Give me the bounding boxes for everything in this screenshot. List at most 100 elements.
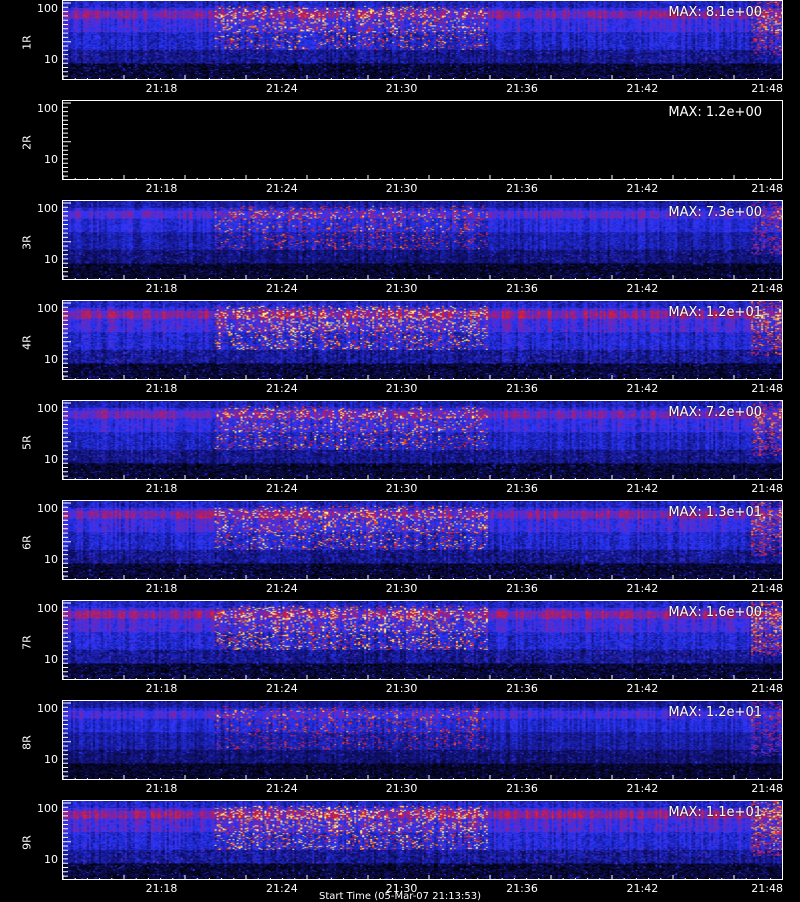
spectrogram-plot: MAX: 7.2e+00 xyxy=(62,400,783,480)
spectrogram-panel-1r: 1R 100 10 MAX: 8.1e+00 21:18 21:24 21:30 21:36 2… xyxy=(0,0,800,100)
max-value-label: MAX: 1.3e+01 xyxy=(668,505,762,520)
x-tick-label: 21:36 xyxy=(506,482,538,495)
y-tick-label: 10 xyxy=(44,453,58,466)
y-tick-label: 10 xyxy=(44,853,58,866)
x-tick-label: 21:18 xyxy=(145,682,178,695)
spectrogram-panel-3r: 3R 100 10 MAX: 7.3e+00 21:18 21:24 21:30 21:36 2… xyxy=(0,200,800,300)
y-tick-label: 100 xyxy=(37,402,58,415)
x-tick-label: 21:24 xyxy=(266,782,298,795)
y-tick-label: 100 xyxy=(37,202,58,215)
x-tick-label: 21:42 xyxy=(626,182,659,195)
x-tick-label: 21:30 xyxy=(385,582,418,595)
spectrogram-panel-2r: 2R 100 10 MAX: 1.2e+00 21:18 21:24 21:30 21:36 2… xyxy=(0,100,800,200)
x-tick-label: 21:36 xyxy=(506,782,538,795)
spectrogram-plot: MAX: 8.1e+00 xyxy=(62,0,783,80)
max-value-label: MAX: 8.1e+00 xyxy=(668,5,762,20)
x-axis-tick-labels: 21:18 21:24 21:30 21:36 21:42 21:48 xyxy=(62,382,783,398)
max-value-label: MAX: 7.2e+00 xyxy=(668,405,762,420)
y-tick-label: 100 xyxy=(37,702,58,715)
x-tick-label: 21:48 xyxy=(751,282,783,295)
x-tick-label: 21:24 xyxy=(266,482,298,495)
y-tick-label: 100 xyxy=(37,302,58,315)
x-tick-label: 21:18 xyxy=(145,582,178,595)
x-tick-label: 21:30 xyxy=(385,682,418,695)
x-tick-label: 21:42 xyxy=(626,382,659,395)
x-tick-label: 21:18 xyxy=(145,782,178,795)
x-tick-label: 21:24 xyxy=(266,182,298,195)
x-tick-label: 21:30 xyxy=(385,82,418,95)
x-tick-label: 21:48 xyxy=(751,482,783,495)
x-tick-label: 21:24 xyxy=(266,382,298,395)
x-axis-tick-labels: 21:18 21:24 21:30 21:36 21:42 21:48 xyxy=(62,782,783,798)
x-axis-tick-labels: 21:18 21:24 21:30 21:36 21:42 21:48 xyxy=(62,182,783,198)
x-tick-label: 21:30 xyxy=(385,382,418,395)
max-value-label: MAX: 1.2e+00 xyxy=(668,105,762,120)
spectrogram-plot: MAX: 1.2e+00 xyxy=(62,100,783,180)
spectrogram-panel-7r: 7R 100 10 MAX: 1.6e+00 21:18 21:24 21:30 21:36 2… xyxy=(0,600,800,700)
spectrogram-stack: 1R 100 10 MAX: 8.1e+00 21:18 21:24 21:30 21:36 2… xyxy=(0,0,800,900)
x-tick-label: 21:48 xyxy=(751,182,783,195)
x-axis-footer-label: Start Time (05-Mar-07 21:13:53) xyxy=(318,891,482,902)
y-tick-label: 100 xyxy=(37,502,58,515)
spectrogram-plot: MAX: 1.2e+01 xyxy=(62,700,783,780)
spectrogram-plot: MAX: 1.3e+01 xyxy=(62,500,783,580)
x-tick-label: 21:18 xyxy=(145,82,178,95)
max-value-label: MAX: 1.1e+01 xyxy=(668,805,762,820)
x-axis-tick-labels: 21:18 21:24 21:30 21:36 21:42 21:48 xyxy=(62,582,783,598)
x-tick-label: 21:48 xyxy=(751,682,783,695)
spectrogram-panel-5r: 5R 100 10 MAX: 7.2e+00 21:18 21:24 21:30 21:36 2… xyxy=(0,400,800,500)
y-tick-label: 100 xyxy=(37,602,58,615)
x-tick-label: 21:18 xyxy=(145,282,178,295)
panel-label: 4R xyxy=(20,335,34,350)
spectrogram-panel-6r: 6R 100 10 MAX: 1.3e+01 21:18 21:24 21:30 21:36 2… xyxy=(0,500,800,600)
panel-label: 2R xyxy=(20,135,34,150)
y-tick-label: 10 xyxy=(44,353,58,366)
spectrogram-panel-4r: 4R 100 10 MAX: 1.2e+01 21:18 21:24 21:30 21:36 2… xyxy=(0,300,800,400)
x-tick-label: 21:36 xyxy=(506,182,538,195)
x-tick-label: 21:42 xyxy=(626,582,659,595)
max-value-label: MAX: 1.6e+00 xyxy=(668,605,762,620)
max-value-label: MAX: 1.2e+01 xyxy=(668,705,762,720)
y-tick-label: 10 xyxy=(44,753,58,766)
x-tick-label: 21:48 xyxy=(751,382,783,395)
y-tick-label: 100 xyxy=(37,102,58,115)
x-tick-label: 21:30 xyxy=(385,282,418,295)
spectrogram-panel-8r: 8R 100 10 MAX: 1.2e+01 21:18 21:24 21:30 21:36 2… xyxy=(0,700,800,800)
panel-label: 1R xyxy=(20,35,34,50)
spectrogram-plot: MAX: 1.6e+00 xyxy=(62,600,783,680)
max-value-label: MAX: 7.3e+00 xyxy=(668,205,762,220)
x-tick-label: 21:42 xyxy=(626,682,659,695)
x-tick-label: 21:36 xyxy=(506,582,538,595)
x-tick-label: 21:36 xyxy=(506,382,538,395)
max-value-label: MAX: 1.2e+01 xyxy=(668,305,762,320)
x-tick-label: 21:42 xyxy=(626,282,659,295)
x-tick-label: 21:42 xyxy=(626,82,659,95)
spectrogram-plot: MAX: 1.1e+01 xyxy=(62,800,783,880)
panel-label: 7R xyxy=(20,635,34,650)
y-tick-label: 10 xyxy=(44,53,58,66)
x-tick-label: 21:18 xyxy=(145,382,178,395)
x-tick-label: 21:30 xyxy=(385,482,418,495)
x-axis-tick-labels: 21:18 21:24 21:30 21:36 21:42 21:48 xyxy=(62,82,783,98)
spectrogram-plot: MAX: 1.2e+01 xyxy=(62,300,783,380)
x-tick-label: 21:48 xyxy=(751,782,783,795)
x-tick-label: 21:24 xyxy=(266,582,298,595)
x-tick-label: 21:42 xyxy=(626,482,659,495)
panel-label: 8R xyxy=(20,735,34,750)
y-tick-label: 100 xyxy=(37,802,58,815)
panel-label: 5R xyxy=(20,435,34,450)
x-tick-label: 21:24 xyxy=(266,682,298,695)
x-tick-label: 21:36 xyxy=(506,282,538,295)
panel-label: 6R xyxy=(20,535,34,550)
x-tick-label: 21:48 xyxy=(751,82,783,95)
panel-label: 9R xyxy=(20,835,34,850)
x-tick-label: 21:30 xyxy=(385,782,418,795)
x-tick-label: 21:24 xyxy=(266,282,298,295)
x-tick-label: 21:18 xyxy=(145,182,178,195)
x-tick-label: 21:24 xyxy=(266,82,298,95)
x-axis-tick-labels: 21:18 21:24 21:30 21:36 21:42 21:48 xyxy=(62,482,783,498)
y-tick-label: 10 xyxy=(44,253,58,266)
spectrogram-panel-9r: 9R 100 10 MAX: 1.1e+01 21:18 21:24 21:30 21:36 2… xyxy=(0,800,800,900)
x-axis-tick-labels: 21:18 21:24 21:30 21:36 21:42 21:48 xyxy=(62,682,783,698)
x-tick-label: 21:30 xyxy=(385,182,418,195)
